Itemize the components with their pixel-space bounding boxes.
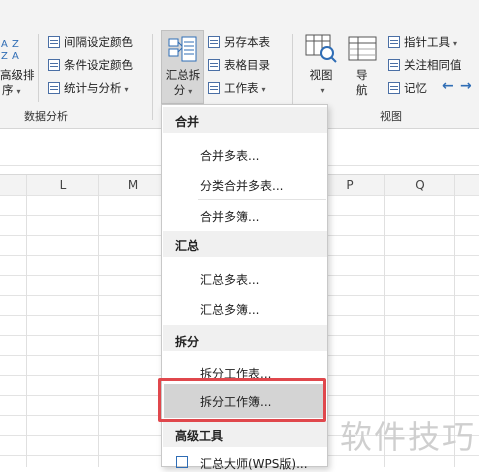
save-table-icon xyxy=(208,36,220,48)
menu-header-summary: 汇总 xyxy=(175,239,200,253)
summary-split-label: 汇总拆 分 ▾ xyxy=(164,68,202,99)
summary-split-icon xyxy=(168,36,198,64)
advanced-sort-button[interactable]: 高级排 序 ▾ xyxy=(0,68,35,99)
view-button[interactable]: 视图 ▾ xyxy=(308,68,334,98)
column-header-p[interactable]: P xyxy=(343,178,357,192)
conditional-color-label: 条件设定颜色 xyxy=(64,58,133,72)
view-icon xyxy=(305,34,337,64)
pointer-tool-label: 指针工具 xyxy=(404,35,450,49)
svg-text:A: A xyxy=(12,51,19,62)
menu-header-merge: 合并 xyxy=(175,115,200,129)
column-line xyxy=(26,175,27,467)
focus-values-button[interactable]: 关注相同值 xyxy=(388,57,462,73)
svg-text:Z: Z xyxy=(1,51,8,62)
menu-item-merge-books[interactable]: 合并多簿... xyxy=(200,208,259,225)
memo-label: 记忆 xyxy=(404,81,427,95)
svg-text:A: A xyxy=(1,39,8,50)
stats-analysis-button[interactable]: 统计与分析 ▾ xyxy=(48,80,129,96)
arrow-right-icon[interactable]: → xyxy=(460,78,472,94)
nav-label-2: 航 xyxy=(356,83,368,97)
separator xyxy=(152,34,153,120)
menu-item-summary-books[interactable]: 汇总多簿... xyxy=(200,301,259,318)
pointer-tool-button[interactable]: 指针工具 ▾ xyxy=(388,34,457,50)
chevron-down-icon: ▾ xyxy=(320,86,325,95)
menu-header-advanced: 高级工具 xyxy=(175,429,224,443)
column-line xyxy=(98,175,99,467)
summary-master-icon xyxy=(176,456,188,468)
stats-label: 统计与分析 xyxy=(64,81,122,95)
stats-icon xyxy=(48,82,60,94)
interval-color-button[interactable]: 间隔设定颜色 xyxy=(48,34,133,50)
worksheet-icon xyxy=(208,82,220,94)
interval-color-label: 间隔设定颜色 xyxy=(64,35,133,49)
group-label-view: 视图 xyxy=(380,110,402,123)
menu-item-merge-sheets[interactable]: 合并多表... xyxy=(200,147,259,164)
menu-item-category-merge[interactable]: 分类合并多表... xyxy=(200,177,283,194)
separator xyxy=(38,34,39,102)
column-header-m[interactable]: M xyxy=(126,178,140,192)
table-contents-button[interactable]: 表格目录 xyxy=(208,57,270,73)
worksheet-button[interactable]: 工作表 ▾ xyxy=(208,80,266,96)
advanced-sort-label-1: 高级排 xyxy=(0,68,35,82)
column-header-l[interactable]: L xyxy=(56,178,70,192)
interval-color-icon xyxy=(48,36,60,48)
menu-separator xyxy=(198,199,326,200)
memo-button[interactable]: 记忆 xyxy=(388,80,427,96)
menu-item-summary-master[interactable]: 汇总大师(WPS版)... xyxy=(200,455,308,472)
pointer-tool-icon xyxy=(388,36,400,48)
arrow-left-icon[interactable]: ← xyxy=(442,78,454,94)
nav-label-1: 导 xyxy=(356,68,368,82)
focus-values-icon xyxy=(388,59,400,71)
svg-text:Z: Z xyxy=(12,39,19,50)
nav-icon xyxy=(348,36,378,62)
nav-button[interactable]: 导 航 xyxy=(356,68,368,98)
highlight-box xyxy=(158,378,326,422)
view-label: 视图 xyxy=(309,68,333,82)
summary-split-label-2: 分 ▾ xyxy=(173,83,193,97)
menu-header-split: 拆分 xyxy=(175,335,200,349)
watermark-text: 软件技巧 xyxy=(340,418,477,456)
column-header-q[interactable]: Q xyxy=(413,178,427,192)
group-label-data-analysis: 数据分析 xyxy=(24,110,68,123)
memo-icon xyxy=(388,82,400,94)
save-as-table-label: 另存本表 xyxy=(224,35,270,49)
table-contents-label: 表格目录 xyxy=(224,58,270,72)
worksheet-label: 工作表 xyxy=(224,81,259,95)
sort-icon: A Z Z A xyxy=(0,36,26,62)
save-as-table-button[interactable]: 另存本表 xyxy=(208,34,270,50)
advanced-sort-label-2: 序 ▾ xyxy=(2,83,21,97)
conditional-color-button[interactable]: 条件设定颜色 xyxy=(48,57,133,73)
summary-split-label-1: 汇总拆 xyxy=(165,68,201,82)
focus-values-label: 关注相同值 xyxy=(404,58,462,72)
table-contents-icon xyxy=(208,59,220,71)
conditional-color-icon xyxy=(48,59,60,71)
menu-item-summary-sheets[interactable]: 汇总多表... xyxy=(200,271,259,288)
